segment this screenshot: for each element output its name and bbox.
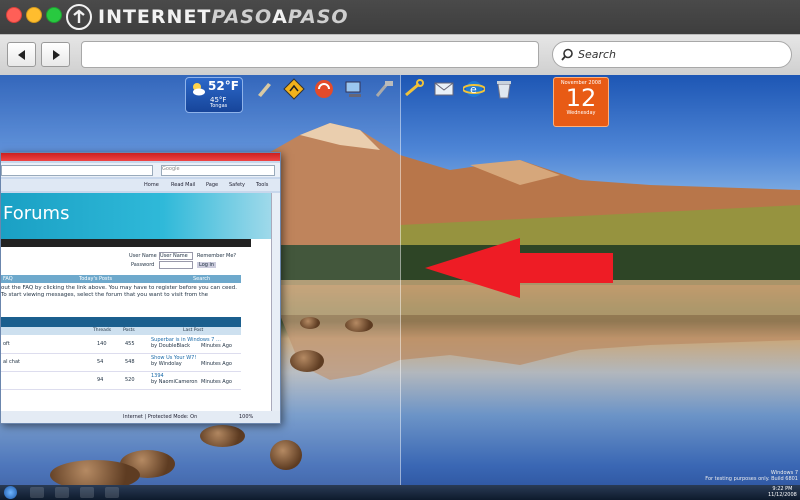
tools-icon[interactable]	[312, 77, 336, 101]
internet-explorer-window[interactable]: Google Home Read Mail Page Safety Tools …	[0, 152, 281, 424]
table-row[interactable]: 94 520 1394 by NaomiCameron Minutes Ago	[1, 372, 241, 390]
ie-address-row: Google	[1, 163, 280, 177]
hammer-icon[interactable]	[372, 77, 396, 101]
network-icon[interactable]	[342, 77, 366, 101]
title-bar: INTERNETPASOAPASO	[0, 0, 800, 34]
rock	[290, 350, 324, 372]
svg-text:e: e	[470, 83, 477, 96]
recycle-bin-icon[interactable]	[492, 77, 516, 101]
weather-temperature: 52°F	[208, 79, 239, 93]
taskbar: 9:22 PM 11/12/2008	[0, 485, 800, 500]
ie-status-bar: Internet | Protected Mode: On 100%	[1, 411, 280, 423]
forward-button[interactable]	[41, 42, 70, 67]
forum-username-input[interactable]: User Name	[159, 252, 193, 260]
ie-cmd-safety[interactable]: Safety	[229, 182, 245, 188]
sun-cloud-icon	[193, 83, 205, 96]
remember-me-checkbox[interactable]: Remember Me?	[197, 253, 236, 259]
search-placeholder: Search	[578, 48, 617, 61]
weather-location: Tongas	[210, 103, 228, 109]
browser-chrome: INTERNETPASOAPASO Search	[0, 0, 800, 76]
todays-posts-link[interactable]: Today's Posts	[79, 276, 112, 282]
left-arrow-icon	[17, 49, 25, 60]
forum-banner-title: Forums	[3, 203, 70, 224]
ie-zoom-level[interactable]: 100%	[239, 414, 253, 420]
faq-link[interactable]: FAQ	[3, 276, 13, 282]
welcome-message: out the FAQ by clicking the link above. …	[1, 285, 237, 298]
ie-cmd-page[interactable]: Page	[206, 182, 218, 188]
calendar-weekday: Wednesday	[566, 110, 596, 116]
ie-command-bar: Home Read Mail Page Safety Tools	[1, 179, 280, 191]
table-row[interactable]: oft 140 455 Superbar is in Windows 7 … b…	[1, 336, 241, 354]
wrench-icon[interactable]	[402, 77, 426, 101]
system-clock[interactable]: 9:22 PM 11/12/2008	[768, 486, 797, 498]
taskbar-explorer-button[interactable]	[55, 487, 69, 498]
ie-cmd-home[interactable]: Home	[144, 182, 159, 188]
maximize-window-button[interactable]	[46, 7, 62, 23]
start-button[interactable]	[4, 486, 17, 499]
ie-icon[interactable]: e	[462, 77, 486, 101]
rock	[300, 317, 320, 329]
search-icon	[561, 48, 573, 61]
login-button[interactable]: Log in	[197, 262, 217, 268]
ie-scrollbar[interactable]	[271, 193, 280, 411]
rock	[200, 425, 245, 447]
forum-banner: Forums	[1, 193, 271, 239]
road-sign-icon[interactable]	[282, 77, 306, 101]
logo-text: INTERNETPASOAPASO	[98, 6, 349, 28]
desktop-wallpaper: 52°F 45°F Tongas e November 2008 12 Wedn…	[0, 75, 800, 500]
weather-gadget[interactable]: 52°F 45°F Tongas	[185, 77, 243, 113]
forum-password-input[interactable]	[159, 261, 193, 269]
site-logo: INTERNETPASOAPASO	[66, 3, 349, 31]
forum-login-box: User Name User Name Remember Me? Passwor…	[129, 252, 237, 269]
ie-title-bar[interactable]	[1, 153, 280, 161]
ie-page-content: Forums User Name User Name Remember Me? …	[1, 193, 271, 411]
back-button[interactable]	[7, 42, 36, 67]
forum-nav-strip	[1, 239, 251, 247]
address-bar[interactable]	[81, 41, 539, 68]
taskbar-media-button[interactable]	[80, 487, 94, 498]
taskbar-app-button[interactable]	[105, 487, 119, 498]
logo-circle-icon	[66, 4, 92, 30]
navigation-bar: Search	[0, 34, 800, 76]
right-arrow-icon	[52, 49, 60, 60]
rock	[270, 440, 302, 470]
red-arrow-icon	[425, 238, 613, 298]
forum-category-header	[1, 317, 241, 327]
search-link[interactable]: Search	[193, 276, 210, 282]
forum-column-headers: Threads Posts Last Post	[1, 327, 241, 335]
taskbar-ie-button[interactable]	[30, 487, 44, 498]
rock	[345, 318, 373, 332]
calendar-gadget[interactable]: November 2008 12 Wednesday	[553, 77, 609, 127]
ie-cmd-tools[interactable]: Tools	[256, 182, 268, 188]
calendar-day: 12	[565, 84, 597, 112]
ie-cmd-read-mail[interactable]: Read Mail	[171, 182, 195, 188]
gadget-icon-strip: e	[252, 77, 547, 103]
search-input[interactable]: Search	[552, 41, 792, 68]
table-row[interactable]: al chat 54 548 Show Us Your W7! by Windo…	[1, 354, 241, 372]
ie-status-text: Internet | Protected Mode: On	[123, 414, 198, 420]
mail-icon[interactable]	[432, 77, 456, 101]
minimize-window-button[interactable]	[26, 7, 42, 23]
forum-header-bar: FAQ Today's Posts Search	[1, 275, 241, 283]
windows-watermark: Windows 7 For testing purposes only. Bui…	[705, 470, 798, 482]
pen-icon[interactable]	[252, 77, 276, 101]
close-window-button[interactable]	[6, 7, 22, 23]
ie-search-field[interactable]: Google	[161, 165, 275, 176]
ie-address-field[interactable]	[1, 165, 153, 176]
